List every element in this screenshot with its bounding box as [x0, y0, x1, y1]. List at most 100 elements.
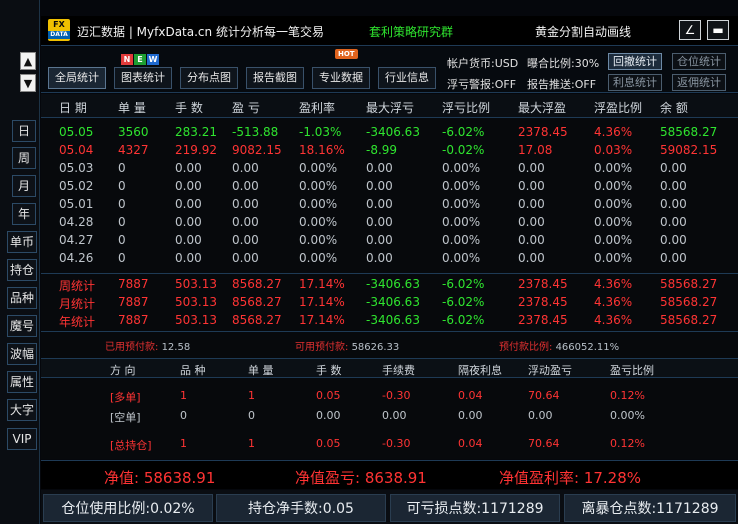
used-margin-label: 已用预付款:	[105, 342, 159, 353]
column-header[interactable]: 浮盈比例	[594, 99, 642, 116]
table-cell: 0	[118, 161, 126, 175]
interest-stats-button[interactable]: 利息统计	[608, 74, 662, 91]
logo-text-bottom: DATA	[48, 31, 70, 39]
global-stats-button[interactable]: 全局统计	[48, 67, 106, 89]
left-sidebar: ▲ ▼ 日 周 月 年 单币 持仓 品种 魔号 波幅 属性 大字 VIP	[0, 0, 40, 524]
position-cell: 1	[180, 389, 187, 402]
table-cell: 0.00	[518, 215, 545, 229]
pro-data-button[interactable]: 专业数据	[312, 67, 370, 89]
position-row[interactable]: [总持仓] 1 1 0.05 -0.30 0.04 70.64 0.12%	[41, 437, 738, 455]
drawdown-stats-button[interactable]: 回撤统计	[608, 53, 662, 70]
position-cell: 0	[180, 409, 187, 422]
industry-info-button[interactable]: 行业信息	[378, 67, 436, 89]
column-header[interactable]: 最大浮亏	[366, 99, 414, 116]
position-column-header: 手续费	[382, 364, 415, 377]
column-header[interactable]: 单 量	[118, 99, 146, 116]
summary-cell: 7887	[118, 313, 149, 327]
report-push[interactable]: 报告推送:OFF	[527, 76, 596, 92]
table-row[interactable]: 05.04 4327 219.92 9082.15 18.16% -8.99 -0.02% 1…	[41, 143, 738, 161]
position-row[interactable]: [空单] 0 0 0.00 0.00 0.00 0.00 0.00%	[41, 409, 738, 427]
summary-row[interactable]: 年统计 7887 503.13 8568.27 17.14% -3406.63 -6.02%…	[41, 313, 738, 331]
table-cell: 0.00	[518, 251, 545, 265]
rebate-stats-button[interactable]: 返佣统计	[672, 74, 726, 91]
column-header[interactable]: 余 额	[660, 99, 688, 116]
table-cell: 0.00	[660, 233, 687, 247]
sidebar-item-month[interactable]: 月	[12, 175, 36, 197]
sidebar-item-magic[interactable]: 魔号	[7, 315, 37, 337]
position-stats-button[interactable]: 仓位统计	[672, 53, 726, 70]
table-header: 日 期 单 量 手 数 盈 亏 盈利率 最大浮亏 浮亏比例 最大浮盈 浮盈比例 余 额	[41, 94, 738, 118]
column-header[interactable]: 盈 亏	[232, 99, 260, 116]
sidebar-item-year[interactable]: 年	[12, 203, 36, 225]
table-row[interactable]: 04.27 0 0.00 0.00 0.00% 0.00 0.00% 0.00 0.00% 0.0…	[41, 233, 738, 251]
table-row[interactable]: 04.28 0 0.00 0.00 0.00% 0.00 0.00% 0.00 0.00% 0.0…	[41, 215, 738, 233]
table-cell: -8.99	[366, 143, 398, 157]
summary-cell: -3406.63	[366, 277, 420, 291]
sidebar-item-week[interactable]: 周	[12, 147, 36, 169]
table-cell: 0.00	[175, 161, 202, 175]
table-row[interactable]: 05.03 0 0.00 0.00 0.00% 0.00 0.00% 0.00 0.00% 0.0…	[41, 161, 738, 179]
liquidation-points: 离暴仓点数:1171289	[564, 494, 736, 522]
position-cell: -0.30	[382, 437, 411, 450]
table-cell: 58568.27	[660, 125, 718, 139]
table-cell: 0.00%	[442, 179, 481, 193]
table-cell: 0.00	[518, 233, 545, 247]
table-cell: 0.00%	[442, 197, 481, 211]
table-cell: 0	[118, 179, 126, 193]
table-row[interactable]: 05.02 0 0.00 0.00 0.00% 0.00 0.00% 0.00 0.00% 0.0…	[41, 179, 738, 197]
sidebar-item-day[interactable]: 日	[12, 120, 36, 142]
column-header[interactable]: 手 数	[175, 99, 203, 116]
summary-row[interactable]: 月统计 7887 503.13 8568.27 17.14% -3406.63 -6.02%…	[41, 295, 738, 313]
table-row[interactable]: 05.05 3560 283.21 -513.88 -1.03% -3406.63 -6.0…	[41, 125, 738, 143]
summary-cell: 7887	[118, 277, 149, 291]
available-margin-value: 58626.33	[351, 342, 400, 353]
column-header[interactable]: 最大浮盈	[518, 99, 566, 116]
position-column-header: 品 种	[180, 364, 206, 377]
table-cell: 3560	[118, 125, 149, 139]
summary-cell: -6.02%	[442, 295, 485, 309]
sidebar-item-vip[interactable]: VIP	[7, 428, 37, 450]
distribution-plot-button[interactable]: 分布点图	[180, 67, 238, 89]
sidebar-item-amplitude[interactable]: 波幅	[7, 343, 37, 365]
brand-title[interactable]: 迈汇数据 | MyfxData.cn	[77, 23, 212, 40]
report-screenshot-button[interactable]: 报告截图	[246, 67, 304, 89]
minimize-icon[interactable]: ▬	[707, 20, 729, 40]
sidebar-item-attributes[interactable]: 属性	[7, 371, 37, 393]
summary-cell: 年统计	[59, 315, 96, 329]
table-cell: 59082.15	[660, 143, 718, 157]
summary-cell: 8568.27	[232, 295, 282, 309]
table-cell: 0.00%	[594, 233, 633, 247]
draw-line-icon[interactable]: ∠	[679, 20, 701, 40]
position-cell: 0.12%	[610, 437, 645, 450]
table-cell: 0	[118, 251, 126, 265]
float-loss-alert[interactable]: 浮亏警报:OFF	[447, 76, 516, 92]
summary-cell: 2378.45	[518, 295, 568, 309]
summary-row[interactable]: 周统计 7887 503.13 8568.27 17.14% -3406.63 -6.02%…	[41, 277, 738, 295]
table-cell: 0	[118, 233, 126, 247]
sidebar-item-symbol[interactable]: 品种	[7, 287, 37, 309]
scroll-down-icon[interactable]: ▼	[20, 74, 36, 92]
sidebar-item-large-font[interactable]: 大字	[7, 399, 37, 421]
chart-stats-button[interactable]: 图表统计	[114, 67, 172, 89]
column-header[interactable]: 日 期	[59, 99, 87, 116]
table-row[interactable]: 04.26 0 0.00 0.00 0.00% 0.00 0.00% 0.00 0.00% 0.0…	[41, 251, 738, 269]
table-cell: 0.00	[518, 197, 545, 211]
sidebar-item-holdings[interactable]: 持仓	[7, 259, 37, 281]
table-cell: 05.05	[59, 125, 94, 139]
summary-cell: 4.36%	[594, 277, 633, 291]
column-header[interactable]: 浮亏比例	[442, 99, 490, 116]
new-badge-n: N	[121, 54, 133, 65]
column-header[interactable]: 盈利率	[299, 99, 335, 116]
golden-ratio-indicator[interactable]: 黄金分割自动画线	[535, 23, 631, 40]
position-row[interactable]: [多单] 1 1 0.05 -0.30 0.04 70.64 0.12%	[41, 389, 738, 407]
summary-cell: 4.36%	[594, 295, 633, 309]
footer-bar: 仓位使用比例:0.02% 持仓净手数:0.05 可亏损点数:1171289 离暴…	[41, 490, 738, 524]
table-row[interactable]: 05.01 0 0.00 0.00 0.00% 0.00 0.00% 0.00 0.00% 0.0…	[41, 197, 738, 215]
table-cell: 0.00%	[442, 215, 481, 229]
sidebar-item-single-currency[interactable]: 单币	[7, 231, 37, 253]
table-cell: 04.28	[59, 215, 94, 229]
summary-cell: 503.13	[175, 313, 217, 327]
table-cell: 0.00	[175, 197, 202, 211]
scroll-up-icon[interactable]: ▲	[20, 52, 36, 70]
strategy-group-link[interactable]: 套利策略研究群	[369, 23, 453, 40]
